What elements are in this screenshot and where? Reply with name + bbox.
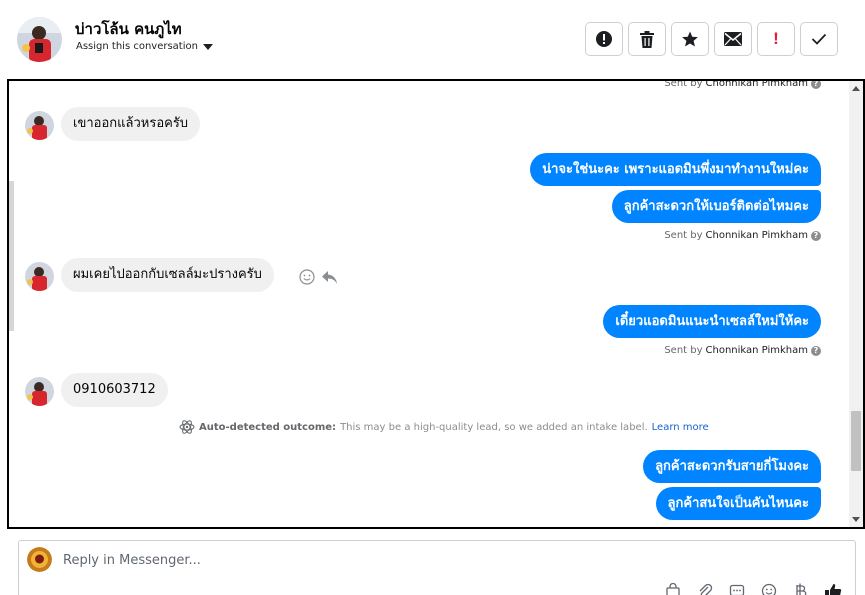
sent-by-agent: Chonnikan Pimkham bbox=[705, 230, 808, 241]
incoming-message[interactable]: ผมเคยไปออกกับเซลล์มะปรางครับ bbox=[61, 258, 274, 292]
contact-avatar-small[interactable] bbox=[25, 377, 54, 406]
contact-name: บ่าวโล้น คนภูไท bbox=[75, 20, 182, 38]
incoming-message[interactable]: 0910603712 bbox=[61, 373, 168, 407]
outgoing-message[interactable]: ลูกค้าสะดวกให้เบอร์ติดต่อไหมคะ bbox=[611, 190, 821, 223]
shopping-bag-icon[interactable] bbox=[663, 581, 683, 595]
outgoing-message[interactable]: ลูกค้าสะดวกรับสายกี่โมงคะ bbox=[643, 450, 821, 483]
left-edge-strip bbox=[9, 181, 14, 331]
message-actions bbox=[299, 269, 338, 285]
thumbs-up-icon[interactable] bbox=[823, 581, 843, 595]
sent-by-agent: Chonnikan Pimkham bbox=[705, 345, 808, 356]
star-button[interactable] bbox=[671, 22, 709, 56]
sent-by-prefix: Sent by bbox=[664, 345, 703, 356]
messenger-inbox-window: บ่าวโล้น คนภูไท Assign this conversation bbox=[0, 0, 865, 595]
reply-icon[interactable] bbox=[321, 270, 338, 285]
reply-composer bbox=[18, 540, 856, 595]
sent-by-prefix: Sent by bbox=[664, 79, 703, 89]
auto-detect-label: Auto-detected outcome: bbox=[199, 421, 337, 433]
mark-done-button[interactable] bbox=[800, 22, 838, 56]
page-avatar bbox=[27, 547, 52, 572]
auto-detected-outcome-notice: Auto-detected outcome: This may be a hig… bbox=[179, 419, 709, 435]
paperclip-icon[interactable] bbox=[695, 581, 715, 595]
sent-by-label: Sent by Chonnikan Pimkham ? bbox=[664, 230, 821, 241]
help-icon[interactable]: ? bbox=[811, 81, 821, 89]
reply-input[interactable] bbox=[63, 549, 663, 571]
contact-avatar-small[interactable] bbox=[25, 262, 54, 291]
follow-up-button[interactable]: ! bbox=[757, 22, 795, 56]
scroll-up-arrow-icon[interactable] bbox=[852, 86, 860, 91]
sent-by-label: Sent by Chonnikan Pimkham ? bbox=[664, 79, 821, 89]
alert-circle-icon bbox=[596, 31, 612, 47]
scroll-thumb[interactable] bbox=[851, 411, 861, 471]
sent-by-label: Sent by Chonnikan Pimkham ? bbox=[664, 345, 821, 356]
assign-conversation-dropdown[interactable]: Assign this conversation bbox=[76, 41, 213, 52]
caret-down-icon bbox=[202, 44, 213, 50]
learn-more-link[interactable]: Learn more bbox=[652, 422, 709, 433]
contact-avatar-small[interactable] bbox=[25, 111, 54, 140]
delete-button[interactable] bbox=[628, 22, 666, 56]
help-icon[interactable]: ? bbox=[811, 230, 821, 241]
saved-reply-icon[interactable] bbox=[727, 581, 747, 595]
assign-label: Assign this conversation bbox=[76, 41, 198, 52]
incoming-message[interactable]: เขาออกแล้วหรอครับ bbox=[61, 107, 201, 141]
emoji-icon[interactable] bbox=[759, 581, 779, 595]
contact-avatar[interactable] bbox=[17, 17, 62, 62]
star-icon bbox=[682, 31, 698, 47]
exclamation-icon: ! bbox=[773, 29, 779, 48]
scroll-down-arrow-icon[interactable] bbox=[852, 517, 860, 522]
atom-icon bbox=[179, 420, 195, 434]
mark-unread-button[interactable] bbox=[714, 22, 752, 56]
help-icon[interactable]: ? bbox=[811, 345, 821, 356]
conversation-toolbar: ! bbox=[585, 22, 838, 56]
check-icon bbox=[811, 33, 827, 45]
conversation-header: บ่าวโล้น คนภูไท Assign this conversation bbox=[0, 0, 865, 78]
envelope-icon bbox=[724, 32, 742, 46]
outgoing-message[interactable]: เดี๋ยวแอดมินแนะนำเซลล์ใหม่ให้คะ bbox=[603, 305, 821, 338]
mark-spam-button[interactable] bbox=[585, 22, 623, 56]
emoji-reaction-icon[interactable] bbox=[299, 269, 315, 285]
trash-icon bbox=[640, 30, 654, 48]
outgoing-message[interactable]: ลูกค้าสนใจเป็นคันไหนคะ bbox=[655, 487, 821, 520]
auto-detect-text: This may be a high-quality lead, so we a… bbox=[340, 421, 648, 433]
composer-toolbar bbox=[663, 581, 843, 595]
sent-by-agent: Chonnikan Pimkham bbox=[705, 79, 808, 89]
thread-scrollbar[interactable] bbox=[849, 81, 863, 527]
message-thread[interactable]: Sent by Chonnikan Pimkham ? เขาออกแล้วหร… bbox=[7, 79, 865, 529]
sent-by-prefix: Sent by bbox=[664, 230, 703, 241]
outgoing-message[interactable]: น่าจะใช่นะคะ เพราะแอดมินพึ่งมาทำงานใหม่ค… bbox=[530, 153, 821, 186]
currency-icon[interactable] bbox=[791, 581, 811, 595]
